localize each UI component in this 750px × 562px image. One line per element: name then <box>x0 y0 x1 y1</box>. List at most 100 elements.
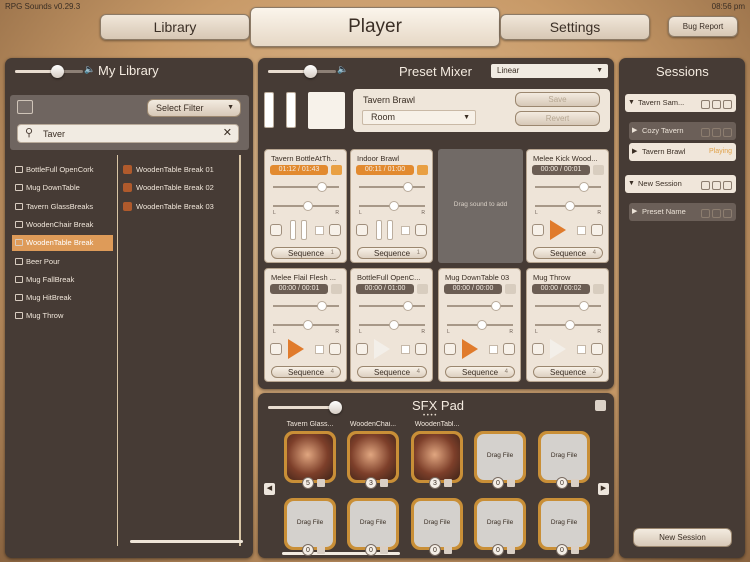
search-input[interactable]: ⚲ Taver ✕ <box>17 124 239 143</box>
chevron-down-icon[interactable]: ▼ <box>628 175 635 193</box>
drop-zone[interactable]: Drag sound to add <box>438 149 523 263</box>
sequence-button[interactable]: Sequence 4 <box>271 366 341 378</box>
stop-icon[interactable] <box>401 345 410 354</box>
mute-icon[interactable] <box>444 343 456 355</box>
trash-icon[interactable] <box>591 224 603 236</box>
trash-icon[interactable] <box>329 343 341 355</box>
sfx-pad[interactable]: Drag File 0 <box>538 431 590 489</box>
sound-item[interactable]: WoodenTable Break 03 <box>120 199 238 215</box>
volume-slider[interactable] <box>359 182 425 192</box>
bug-report-button[interactable]: Bug Report <box>668 16 738 37</box>
loop-icon[interactable] <box>593 284 604 294</box>
library-item[interactable]: Tavern GlassBreaks <box>12 199 113 215</box>
save-button[interactable]: Save <box>515 92 600 107</box>
pan-slider[interactable] <box>359 201 425 211</box>
next-page-button[interactable]: ▶ <box>598 483 609 495</box>
settings-icon[interactable] <box>712 209 721 218</box>
pan-slider[interactable] <box>273 320 339 330</box>
clear-search-icon[interactable]: ✕ <box>223 126 232 139</box>
volume-slider[interactable] <box>535 301 601 311</box>
loop-icon[interactable] <box>331 165 342 175</box>
library-item[interactable]: WoodenTable Break <box>12 235 113 252</box>
trash-icon[interactable] <box>723 100 732 109</box>
stop-icon[interactable] <box>315 226 324 235</box>
settings-icon[interactable] <box>712 128 721 137</box>
settings-icon[interactable] <box>712 181 721 190</box>
sequence-button[interactable]: Sequence 2 <box>533 366 603 378</box>
edit-icon[interactable] <box>701 100 710 109</box>
stop-icon[interactable] <box>315 345 324 354</box>
volume-slider[interactable] <box>535 182 601 192</box>
revert-button[interactable]: Revert <box>515 111 600 126</box>
mute-icon[interactable] <box>356 224 368 236</box>
trash-icon[interactable] <box>317 546 325 554</box>
edit-icon[interactable] <box>701 181 710 190</box>
mixer-volume-slider[interactable] <box>268 65 336 78</box>
mute-icon[interactable] <box>270 343 282 355</box>
horizontal-scrollbar[interactable] <box>130 540 243 543</box>
pan-slider[interactable] <box>447 320 513 330</box>
play-icon[interactable]: ▶ <box>632 203 637 221</box>
library-item[interactable]: Mug HitBreak <box>12 290 113 306</box>
stop-icon[interactable] <box>401 226 410 235</box>
preset-type-dropdown[interactable]: Room ▼ <box>362 110 476 125</box>
play-icon[interactable] <box>374 339 390 359</box>
session-preset[interactable]: ▶ Tavern Brawl Playing <box>629 143 736 161</box>
trash-icon[interactable] <box>591 343 603 355</box>
library-item[interactable]: BottleFull OpenCork <box>12 162 113 178</box>
prev-page-button[interactable]: ◀ <box>264 483 275 495</box>
new-session-button[interactable]: New Session <box>633 528 732 547</box>
session-preset[interactable]: ▶ Cozy Tavern <box>629 122 736 140</box>
delete-icon[interactable] <box>595 400 606 411</box>
folder-add-icon[interactable] <box>17 100 33 114</box>
play-icon[interactable] <box>288 339 304 359</box>
mute-icon[interactable] <box>270 224 282 236</box>
edit-icon[interactable] <box>701 209 710 218</box>
mixer-mode-dropdown[interactable]: Linear ▼ <box>491 64 608 78</box>
sfx-pad[interactable]: 3 <box>411 431 463 489</box>
chevron-down-icon[interactable]: ▼ <box>628 94 635 112</box>
stop-icon[interactable] <box>577 226 586 235</box>
tab-settings[interactable]: Settings <box>500 14 650 40</box>
volume-slider[interactable] <box>273 301 339 311</box>
library-item[interactable]: Beer Pour <box>12 254 113 270</box>
trash-icon[interactable] <box>723 128 732 137</box>
session-preset[interactable]: ▶ Preset Name <box>629 203 736 221</box>
mute-icon[interactable] <box>532 343 544 355</box>
pan-slider[interactable] <box>359 320 425 330</box>
trash-icon[interactable] <box>723 209 732 218</box>
session-header[interactable]: ▼ Tavern Sam... <box>625 94 736 112</box>
tab-player[interactable]: Player <box>250 7 500 47</box>
tab-library[interactable]: Library <box>100 14 250 40</box>
trash-icon[interactable] <box>329 224 341 236</box>
trash-icon[interactable] <box>503 343 515 355</box>
trash-icon[interactable] <box>507 546 515 554</box>
sfx-pad[interactable]: Drag File 0 <box>284 498 336 556</box>
play-icon[interactable]: ▶ <box>632 122 637 140</box>
play-icon[interactable]: ▶ <box>632 143 637 161</box>
sequence-button[interactable]: Sequence 4 <box>533 247 603 259</box>
sfx-pad[interactable]: 3 <box>347 431 399 489</box>
trash-icon[interactable] <box>380 479 388 487</box>
library-item[interactable]: Mug FallBreak <box>12 272 113 288</box>
trash-icon[interactable] <box>444 479 452 487</box>
session-header[interactable]: ▼ New Session <box>625 175 736 193</box>
pan-slider[interactable] <box>535 201 601 211</box>
sfx-volume-slider[interactable] <box>268 401 342 414</box>
play-icon[interactable] <box>550 339 566 359</box>
loop-icon[interactable] <box>593 165 604 175</box>
sequence-button[interactable]: Sequence 4 <box>357 366 427 378</box>
mute-icon[interactable] <box>356 343 368 355</box>
volume-slider[interactable] <box>273 182 339 192</box>
sfx-pad[interactable]: Drag File 0 <box>411 498 463 556</box>
sequence-button[interactable]: Sequence 1 <box>271 247 341 259</box>
sfx-pad[interactable]: 5 <box>284 431 336 489</box>
sfx-pad[interactable]: Drag File 0 <box>474 498 526 556</box>
loop-icon[interactable] <box>505 284 516 294</box>
sequence-button[interactable]: Sequence 4 <box>445 366 515 378</box>
trash-icon[interactable] <box>571 479 579 487</box>
volume-slider[interactable] <box>447 301 513 311</box>
sfx-pad[interactable]: Drag File 0 <box>474 431 526 489</box>
select-filter-dropdown[interactable]: Select Filter ▼ <box>147 99 241 117</box>
sound-item[interactable]: WoodenTable Break 02 <box>120 180 238 196</box>
